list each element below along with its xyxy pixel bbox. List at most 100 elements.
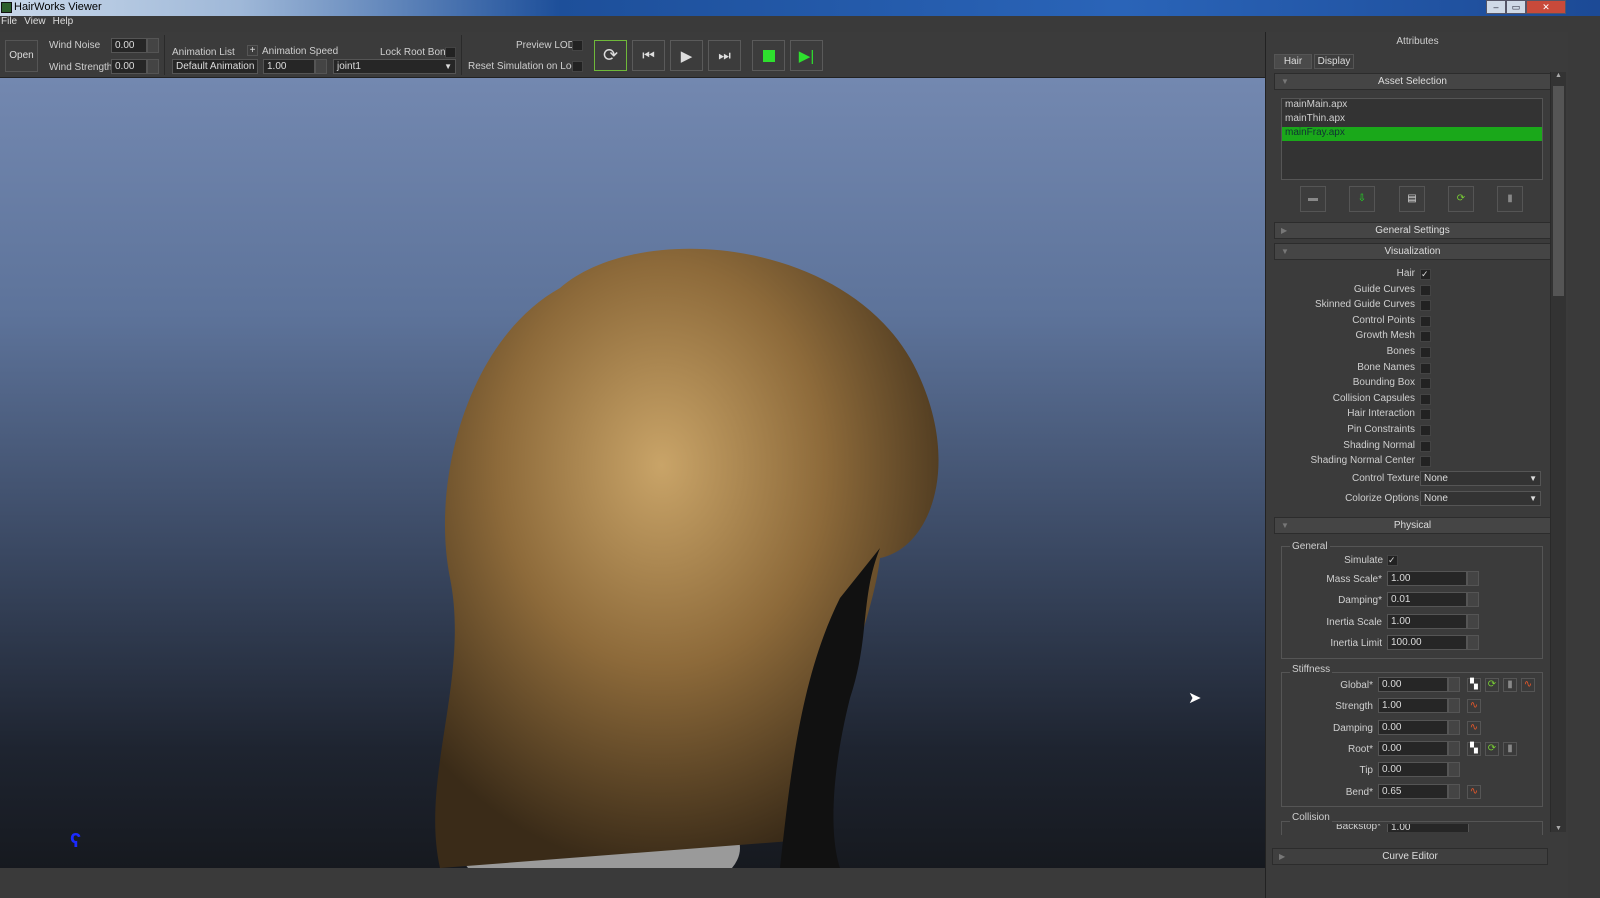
menu-view[interactable]: View <box>24 16 46 27</box>
preview-lod-checkbox[interactable] <box>572 40 583 51</box>
menu-file[interactable]: File <box>1 16 17 27</box>
simulate-step-button[interactable]: ▶| <box>790 40 823 71</box>
visualization-checkbox[interactable] <box>1420 331 1431 343</box>
tab-hair[interactable]: Hair <box>1274 54 1312 69</box>
trash-icon[interactable]: ▮ <box>1503 678 1517 692</box>
loop-button[interactable]: ⟳ <box>594 40 627 71</box>
asset-list[interactable]: mainMain.apx mainThin.apx mainFray.apx <box>1281 98 1543 180</box>
panel-scrollbar[interactable]: ▲ ▼ <box>1550 72 1566 832</box>
stiffness-field-label: Root* <box>1347 743 1373 755</box>
backstop-input[interactable]: 1.00 <box>1387 824 1469 832</box>
animation-speed-spinner[interactable] <box>315 59 327 74</box>
chevron-down-icon: ▼ <box>1529 474 1537 483</box>
minimize-button[interactable]: – <box>1486 0 1506 14</box>
rewind-button[interactable]: ⏮ <box>632 40 665 71</box>
play-icon: ▶ <box>680 47 693 65</box>
wind-noise-input[interactable]: 0.00 <box>111 38 147 53</box>
stiffness-field-input[interactable]: 0.00 <box>1378 762 1448 778</box>
visualization-checkbox[interactable] <box>1420 284 1431 296</box>
animation-speed-input[interactable]: 1.00 <box>263 59 315 74</box>
visualization-checkbox[interactable] <box>1420 409 1431 421</box>
stop-button[interactable] <box>752 40 785 71</box>
visualization-row: Collision Capsules <box>1274 392 1551 407</box>
visualization-checkbox[interactable] <box>1420 347 1431 358</box>
add-animation-button[interactable]: + <box>247 45 258 56</box>
visualization-checkbox[interactable] <box>1420 362 1431 374</box>
close-button[interactable]: ✕ <box>1526 0 1566 14</box>
general-field-spinner[interactable] <box>1467 571 1479 586</box>
stiffness-field-spinner[interactable] <box>1448 762 1460 778</box>
wind-strength-input[interactable]: 0.00 <box>111 59 147 74</box>
wind-strength-spinner[interactable] <box>147 59 159 74</box>
general-field-spinner[interactable] <box>1467 613 1479 629</box>
general-field-input[interactable]: 100.00 <box>1387 634 1467 650</box>
visualization-header[interactable]: ▼ Visualization <box>1274 243 1551 260</box>
curve-icon[interactable]: ∿ <box>1521 678 1535 692</box>
refresh-icon[interactable]: ⟳ <box>1485 741 1499 756</box>
backstop-label: Backstop* <box>1335 824 1381 832</box>
import-button[interactable]: ⇩ <box>1349 186 1375 212</box>
visualization-checkbox[interactable]: ✓ <box>1420 269 1431 280</box>
stiffness-field-spinner[interactable] <box>1448 719 1460 735</box>
general-field-input[interactable]: 0.01 <box>1387 592 1467 608</box>
visualization-checkbox[interactable] <box>1420 393 1431 405</box>
open-folder-button[interactable]: ▬ <box>1300 186 1326 212</box>
collision-fields-clip: Backstop* 1.00 <box>1281 824 1543 832</box>
curve-icon[interactable]: ∿ <box>1467 720 1481 735</box>
stiffness-field-input[interactable]: 0.00 <box>1378 719 1448 735</box>
stiffness-field-spinner[interactable] <box>1448 740 1460 756</box>
reset-sim-checkbox[interactable] <box>572 61 583 72</box>
asset-selection-header[interactable]: ▼ Asset Selection <box>1274 73 1551 90</box>
delete-button[interactable]: ▮ <box>1497 186 1523 212</box>
curve-icon[interactable]: ∿ <box>1467 784 1481 799</box>
colorize-options-select[interactable]: None ▼ <box>1420 491 1541 506</box>
menu-help[interactable]: Help <box>53 16 74 27</box>
trash-icon[interactable]: ▮ <box>1503 741 1517 756</box>
visualization-checkbox[interactable] <box>1420 300 1431 312</box>
visualization-checkbox[interactable] <box>1420 440 1431 452</box>
visualization-checkbox[interactable] <box>1420 378 1431 390</box>
save-button[interactable]: ▤ <box>1399 186 1425 212</box>
control-texture-select[interactable]: None ▼ <box>1420 471 1541 486</box>
visualization-checkbox[interactable] <box>1420 315 1431 327</box>
general-field-spinner[interactable] <box>1467 634 1479 650</box>
stiffness-field-spinner[interactable] <box>1448 698 1460 714</box>
animation-list-select[interactable]: Default Animation <box>172 59 258 74</box>
root-bone-select[interactable]: joint1 ▼ <box>333 59 456 74</box>
wind-noise-spinner[interactable] <box>147 38 159 53</box>
texture-icon[interactable]: ▚ <box>1467 678 1481 692</box>
physical-header[interactable]: ▼ Physical <box>1274 517 1551 534</box>
scroll-up-icon[interactable]: ▲ <box>1551 72 1566 79</box>
visualization-row: Bones <box>1274 345 1551 360</box>
general-field-spinner[interactable] <box>1467 592 1479 608</box>
scrollbar-thumb[interactable] <box>1553 86 1564 296</box>
curve-editor-header[interactable]: ▶ Curve Editor <box>1272 848 1548 865</box>
texture-icon[interactable]: ▚ <box>1467 741 1481 756</box>
3d-viewport[interactable]: ʕ ➤ <box>0 78 1265 868</box>
tab-display[interactable]: Display <box>1314 54 1354 69</box>
stiffness-field-spinner[interactable] <box>1448 783 1460 799</box>
stiffness-field-spinner[interactable] <box>1448 677 1460 692</box>
play-button[interactable]: ▶ <box>670 40 703 71</box>
maximize-button[interactable]: ▭ <box>1506 0 1526 14</box>
asset-item-selected[interactable]: mainFray.apx <box>1282 127 1542 141</box>
stiffness-field-input[interactable]: 0.65 <box>1378 783 1448 799</box>
general-settings-header[interactable]: ▶ General Settings <box>1274 222 1551 239</box>
stiffness-field-input[interactable]: 0.00 <box>1378 677 1448 692</box>
curve-icon[interactable]: ∿ <box>1467 699 1481 714</box>
lock-root-bone-checkbox[interactable] <box>445 47 456 58</box>
refresh-icon[interactable]: ⟳ <box>1485 678 1499 692</box>
asset-item[interactable]: mainThin.apx <box>1282 113 1542 127</box>
stiffness-field-input[interactable]: 0.00 <box>1378 740 1448 756</box>
stiffness-field-input[interactable]: 1.00 <box>1378 698 1448 714</box>
open-button[interactable]: Open <box>5 40 38 72</box>
simulate-checkbox[interactable]: ✓ <box>1387 555 1398 566</box>
visualization-checkbox[interactable] <box>1420 425 1431 436</box>
step-forward-button[interactable]: ⏭ <box>708 40 741 71</box>
scroll-down-icon[interactable]: ▼ <box>1551 825 1566 832</box>
reload-button[interactable]: ⟳ <box>1448 186 1474 212</box>
general-field-input[interactable]: 1.00 <box>1387 571 1467 586</box>
visualization-checkbox[interactable] <box>1420 456 1431 468</box>
asset-item[interactable]: mainMain.apx <box>1282 99 1542 113</box>
general-field-input[interactable]: 1.00 <box>1387 613 1467 629</box>
